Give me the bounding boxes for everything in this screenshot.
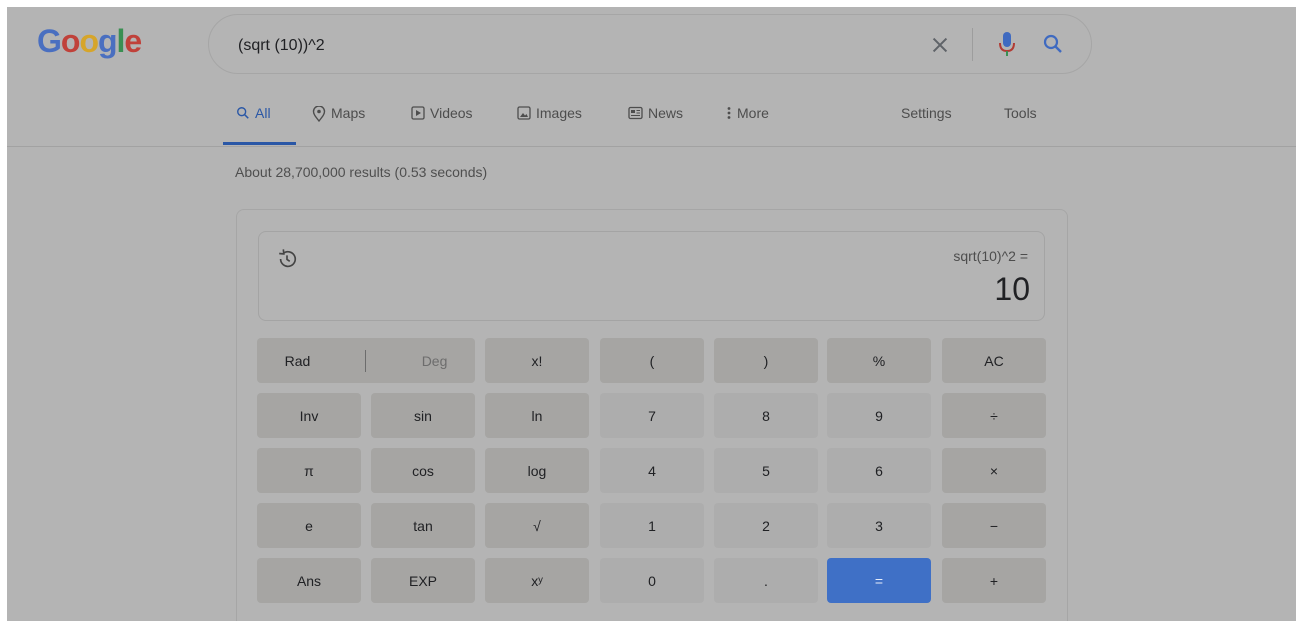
- tab-images[interactable]: Images: [517, 105, 582, 145]
- sin-button[interactable]: sin: [371, 393, 475, 438]
- power-button[interactable]: xʸ: [485, 558, 589, 603]
- rad-deg-separator: [365, 349, 367, 372]
- map-pin-icon: [312, 106, 326, 122]
- search-tabs: All Maps Videos Images News More Setting…: [7, 105, 1296, 145]
- more-vert-icon: [727, 107, 731, 119]
- search-box: [208, 14, 1092, 74]
- tab-maps-label: Maps: [331, 105, 366, 121]
- tan-button[interactable]: tan: [371, 503, 475, 548]
- tools-label: Tools: [1004, 105, 1037, 121]
- calculator-display: sqrt(10)^2 = 10: [258, 231, 1045, 321]
- tab-all[interactable]: All: [236, 105, 271, 145]
- e-button[interactable]: e: [257, 503, 361, 548]
- ln-button[interactable]: ln: [485, 393, 589, 438]
- tab-videos-label: Videos: [430, 105, 473, 121]
- tools-link[interactable]: Tools: [1004, 105, 1037, 145]
- search-icon[interactable]: [1041, 32, 1065, 56]
- header-divider: [7, 146, 1296, 147]
- video-icon: [411, 106, 425, 120]
- tab-more[interactable]: More: [726, 105, 769, 145]
- digit-1-button[interactable]: 1: [600, 503, 704, 548]
- inv-button[interactable]: Inv: [257, 393, 361, 438]
- pi-button[interactable]: π: [257, 448, 361, 493]
- logo-letter: g: [97, 23, 118, 59]
- digit-6-button[interactable]: 6: [827, 448, 931, 493]
- tab-images-label: Images: [536, 105, 582, 121]
- search-icon: [237, 107, 249, 119]
- exp-button[interactable]: EXP: [371, 558, 475, 603]
- minus-button[interactable]: −: [942, 503, 1046, 548]
- google-logo[interactable]: Google: [37, 23, 142, 60]
- open-paren-button[interactable]: (: [600, 338, 704, 383]
- tab-news[interactable]: News: [628, 105, 683, 145]
- decimal-point-button[interactable]: .: [714, 558, 818, 603]
- multiply-button[interactable]: ×: [942, 448, 1046, 493]
- calculator-expression: sqrt(10)^2 =: [953, 248, 1028, 264]
- tab-more-label: More: [737, 105, 769, 121]
- cos-button[interactable]: cos: [371, 448, 475, 493]
- all-clear-button[interactable]: AC: [942, 338, 1046, 383]
- calculator-result: 10: [994, 271, 1030, 307]
- image-icon: [517, 106, 531, 120]
- digit-8-button[interactable]: 8: [714, 393, 818, 438]
- logo-letter: G: [37, 23, 62, 59]
- digit-2-button[interactable]: 2: [714, 503, 818, 548]
- digit-9-button[interactable]: 9: [827, 393, 931, 438]
- logo-letter: e: [124, 23, 142, 59]
- digit-5-button[interactable]: 5: [714, 448, 818, 493]
- percent-button[interactable]: %: [827, 338, 931, 383]
- digit-0-button[interactable]: 0: [600, 558, 704, 603]
- mic-icon[interactable]: [998, 31, 1016, 57]
- search-input[interactable]: [236, 33, 890, 59]
- plus-button[interactable]: +: [942, 558, 1046, 603]
- logo-letter: o: [60, 23, 81, 59]
- close-paren-button[interactable]: ): [714, 338, 818, 383]
- history-icon[interactable]: [276, 248, 298, 270]
- active-tab-indicator: [223, 142, 296, 145]
- equals-button[interactable]: =: [827, 558, 931, 603]
- log-button[interactable]: log: [485, 448, 589, 493]
- tab-news-label: News: [648, 105, 684, 121]
- factorial-button[interactable]: x!: [485, 338, 589, 383]
- rad-deg-toggle[interactable]: Rad Deg: [257, 338, 475, 383]
- ans-button[interactable]: Ans: [257, 558, 361, 603]
- settings-label: Settings: [901, 105, 952, 121]
- result-stats: About 28,700,000 results (0.53 seconds): [235, 164, 488, 180]
- news-icon: [628, 106, 643, 120]
- tab-maps[interactable]: Maps: [312, 105, 365, 145]
- digit-7-button[interactable]: 7: [600, 393, 704, 438]
- calculator-card: sqrt(10)^2 = 10 Rad Deg x! ( ) % AC Inv …: [236, 209, 1068, 621]
- digit-4-button[interactable]: 4: [600, 448, 704, 493]
- logo-letter: o: [79, 23, 99, 59]
- logo-letter: l: [116, 23, 126, 59]
- settings-link[interactable]: Settings: [901, 105, 952, 145]
- tab-videos[interactable]: Videos: [411, 105, 473, 145]
- deg-button[interactable]: Deg: [422, 353, 448, 369]
- clear-icon[interactable]: [929, 34, 951, 56]
- page-overlay: Google All Maps Videos: [7, 7, 1296, 621]
- rad-button[interactable]: Rad: [285, 353, 311, 369]
- search-box-divider: [972, 28, 973, 61]
- digit-3-button[interactable]: 3: [827, 503, 931, 548]
- tab-all-label: All: [255, 105, 271, 121]
- sqrt-button[interactable]: √: [485, 503, 589, 548]
- divide-button[interactable]: ÷: [942, 393, 1046, 438]
